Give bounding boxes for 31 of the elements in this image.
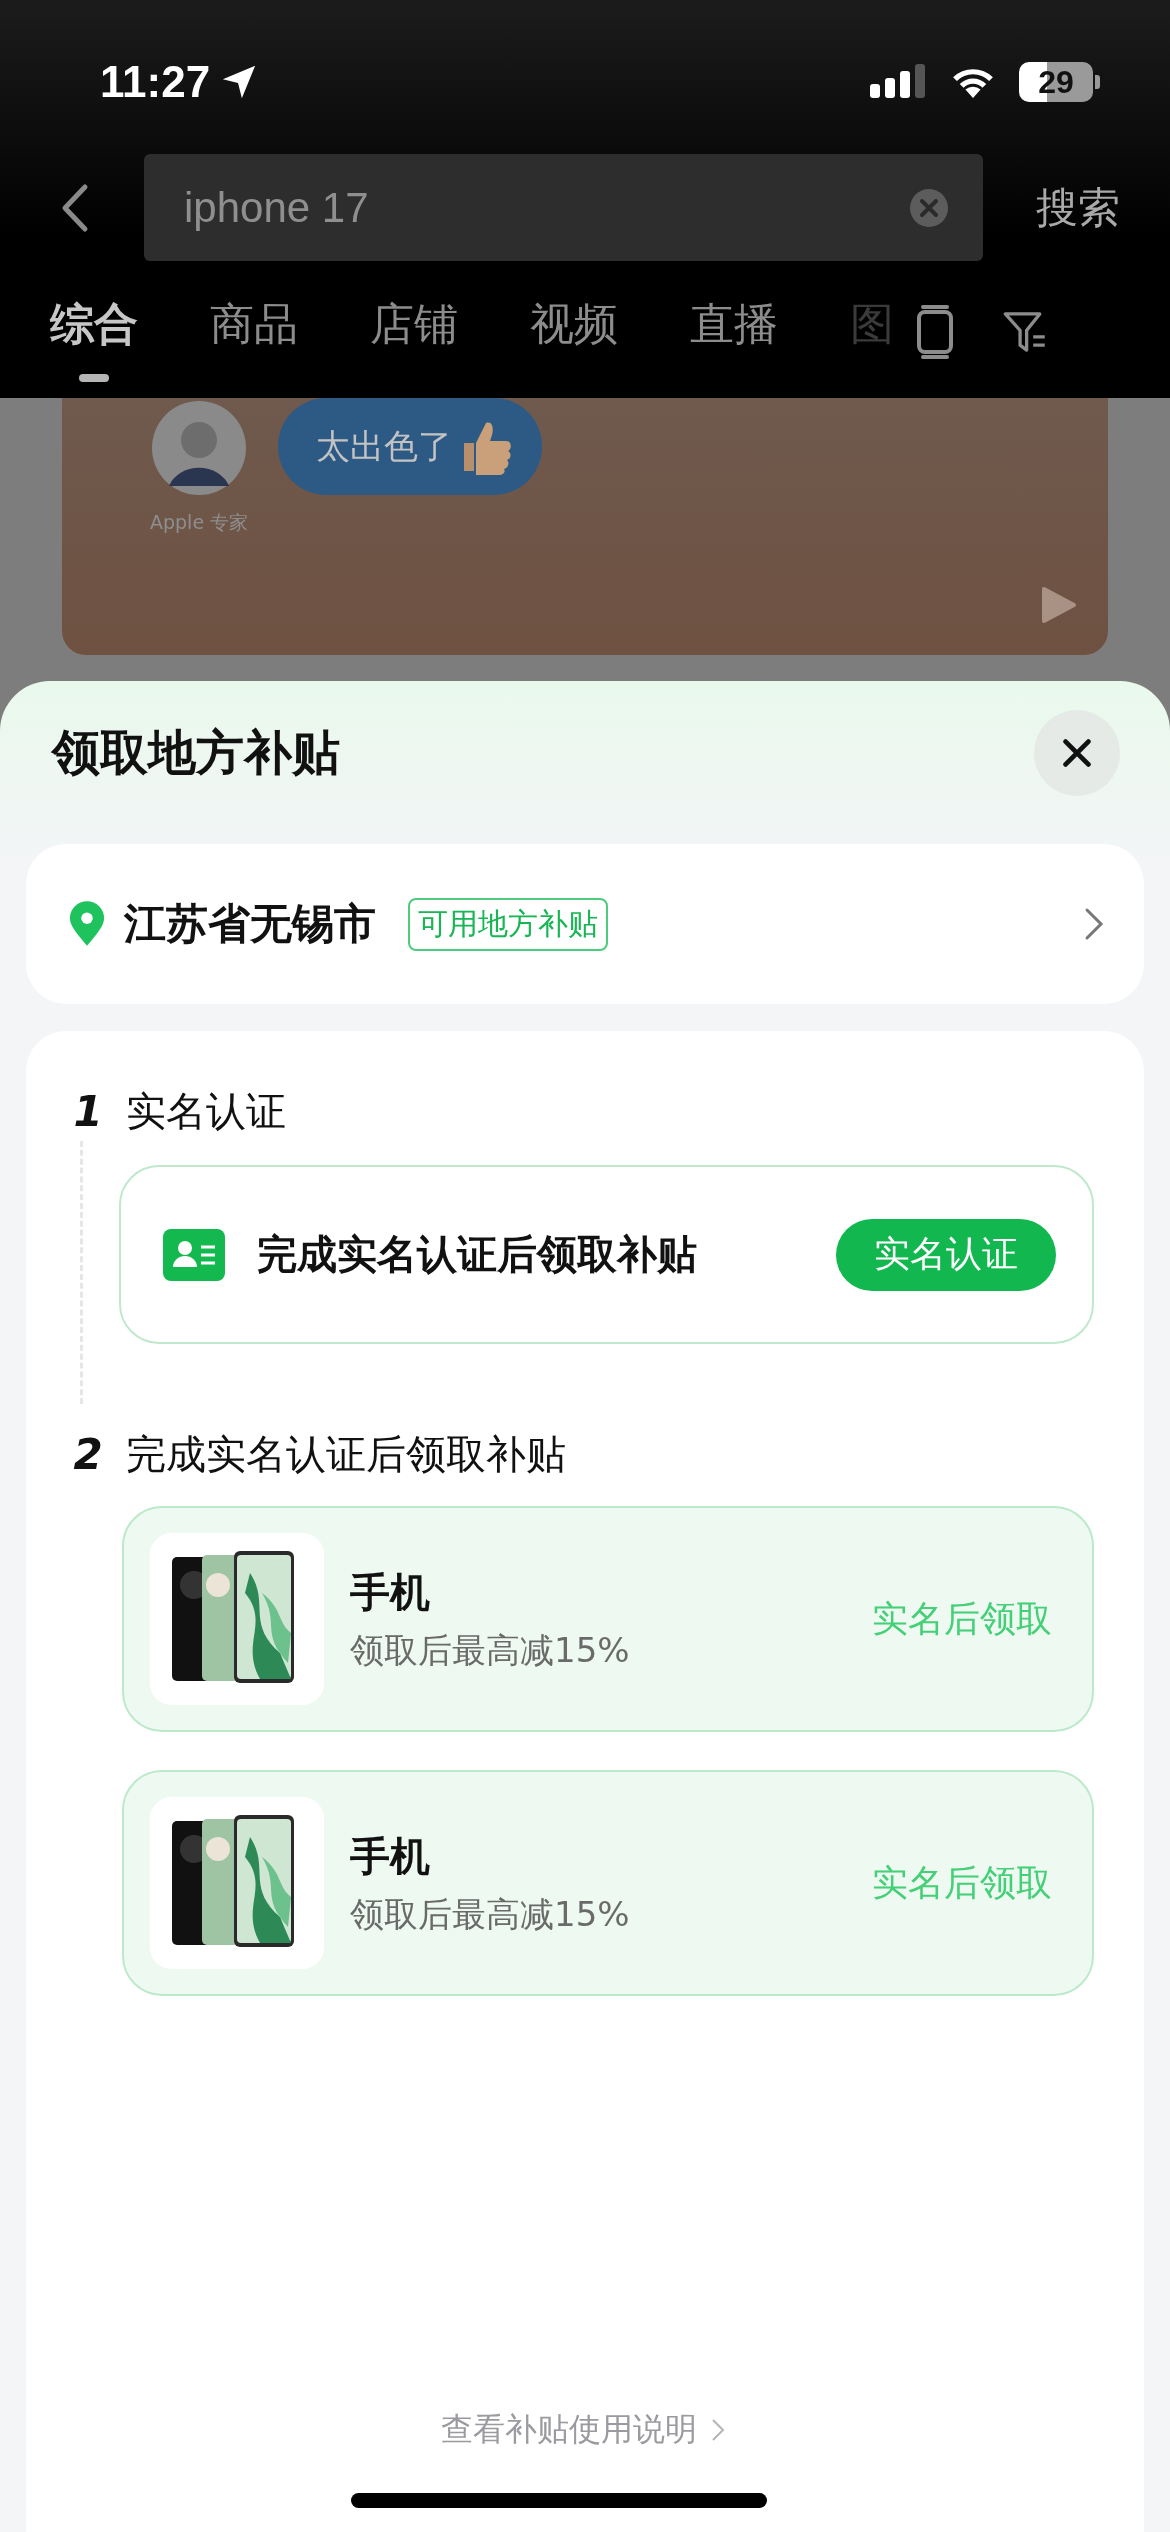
product-card[interactable]: 手机 领取后最高减15% 实名后领取	[122, 1770, 1094, 1996]
bubble-text: 太出色了	[316, 424, 453, 468]
tab[interactable]: 店铺	[370, 265, 458, 398]
product-card[interactable]: 手机 领取后最高减15% 实名后领取	[122, 1506, 1094, 1732]
tab[interactable]: 直播	[690, 265, 778, 398]
location-name: 江苏省无锡市	[124, 898, 376, 950]
step-number: 1	[72, 1086, 104, 1136]
avatar-caption: Apple 专家	[150, 510, 249, 535]
step-number: 2	[72, 1429, 104, 1479]
subsidy-tag: 可用地方补贴	[408, 897, 608, 951]
product-name: 手机	[350, 1831, 431, 1881]
avatar-icon	[151, 400, 248, 496]
tab[interactable]: 视频	[530, 265, 618, 398]
back-icon[interactable]	[60, 182, 90, 233]
chevron-right-icon	[1084, 907, 1104, 941]
chevron-right-icon	[711, 2418, 725, 2442]
search-button[interactable]: 搜索	[1036, 179, 1120, 236]
product-name: 手机	[350, 1567, 431, 1617]
location-card[interactable]: 江苏省无锡市 可用地方补贴	[26, 844, 1144, 1004]
id-card-icon	[163, 1228, 225, 1281]
product-description: 领取后最高减15%	[350, 1628, 630, 1672]
step-title: 完成实名认证后领取补贴	[126, 1429, 566, 1479]
status-time: 11:27	[100, 57, 211, 107]
verify-text: 完成实名认证后领取补贴	[257, 1230, 697, 1279]
location-pin-icon	[68, 900, 106, 948]
product-description: 领取后最高减15%	[350, 1892, 630, 1936]
tab[interactable]: 综合	[50, 265, 138, 398]
sheet-title: 领取地方补贴	[52, 722, 340, 782]
tab[interactable]: 商品	[210, 265, 298, 398]
step-title: 实名认证	[126, 1086, 286, 1136]
search-field[interactable]: iphone 17	[144, 154, 983, 261]
